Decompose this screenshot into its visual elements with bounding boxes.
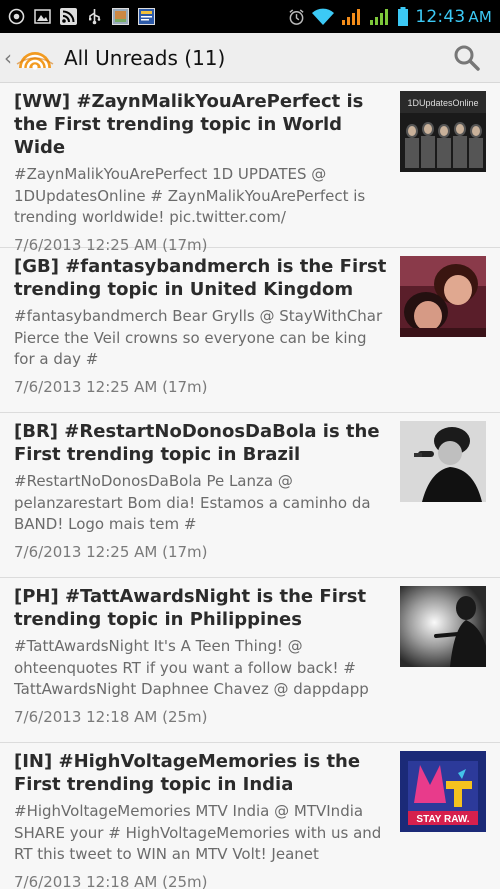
item-text: [BR] #RestartNoDonosDaBola is the First … [14,420,389,561]
item-thumbnail [400,421,486,502]
item-body: #fantasybandmerch Bear Grylls @ StayWith… [14,307,383,368]
list-item[interactable]: [BR] #RestartNoDonosDaBola is the First … [0,413,500,578]
item-timestamp: 7/6/2013 12:18 AM (25m) [14,872,208,889]
item-body: #HighVoltageMemories MTV India @ MTVIndi… [14,802,382,863]
item-body: #TattAwardsNight It's A Teen Thing! @ oh… [14,637,369,698]
item-thumbnail: STAY RAW. [400,751,486,832]
alarm-icon [288,8,305,25]
battery-icon [397,6,409,26]
usb-icon [86,8,103,25]
item-title: [BR] #RestartNoDonosDaBola is the First … [14,421,380,465]
item-timestamp: 7/6/2013 12:25 AM (17m) [14,377,208,396]
clock-time: 12:43 [415,6,466,27]
status-bar: 12:43 AM [0,0,500,33]
item-text: [IN] #HighVoltageMemories is the First t… [14,750,389,889]
item-body: #ZaynMalikYouArePerfect 1D UPDATES @ 1DU… [14,165,366,226]
item-thumbnail [400,586,486,667]
target-icon [8,8,25,25]
list-item[interactable]: [WW] #ZaynMalikYouArePerfect is the Firs… [0,83,500,254]
news-icon [138,8,155,25]
photo-icon [112,8,129,25]
item-title: [PH] #TattAwardsNight is the First trend… [14,586,367,630]
feed-list: [WW] #ZaynMalikYouArePerfect is the Firs… [0,83,500,889]
clock: 12:43 AM [415,7,492,27]
clock-ampm: AM [468,7,492,26]
item-timestamp: 7/6/2013 12:25 AM (17m) [14,542,208,561]
thumbnail-caption: STAY RAW. [416,814,469,825]
rss-icon [60,8,77,25]
item-title: [GB] #fantasybandmerch is the First tren… [14,256,387,300]
back-icon[interactable]: ‹ [4,46,14,70]
image-icon [34,8,51,25]
item-title: [IN] #HighVoltageMemories is the First t… [14,751,361,795]
item-thumbnail: 1DUpdatesOnline [400,91,486,172]
item-text: [PH] #TattAwardsNight is the First trend… [14,585,389,726]
list-item[interactable]: [GB] #fantasybandmerch is the First tren… [0,248,500,413]
list-item[interactable]: [PH] #TattAwardsNight is the First trend… [0,578,500,743]
rss-logo-icon[interactable] [14,41,56,75]
action-bar: ‹ All Unreads (11) [0,33,500,83]
item-text: [WW] #ZaynMalikYouArePerfect is the Firs… [14,90,389,254]
item-thumbnail [400,256,486,337]
notification-icons [8,8,155,25]
item-body: #RestartNoDonosDaBola Pe Lanza @ pelanza… [14,472,371,533]
system-icons: 12:43 AM [288,6,492,27]
item-text: [GB] #fantasybandmerch is the First tren… [14,255,389,396]
signal-icon [341,8,363,25]
item-timestamp: 7/6/2013 12:18 AM (25m) [14,707,208,726]
thumbnail-caption: 1DUpdatesOnline [407,98,478,108]
search-icon[interactable] [452,43,482,73]
wifi-icon [311,8,335,25]
item-title: [WW] #ZaynMalikYouArePerfect is the Firs… [14,91,364,158]
signal-icon-2 [369,8,391,25]
page-title: All Unreads (11) [64,45,226,70]
list-item[interactable]: [IN] #HighVoltageMemories is the First t… [0,743,500,889]
